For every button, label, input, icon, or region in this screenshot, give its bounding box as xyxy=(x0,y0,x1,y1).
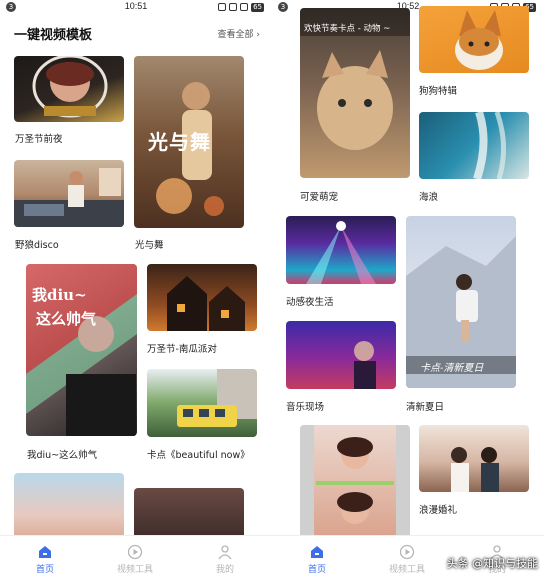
signal-icon xyxy=(240,3,249,11)
tab-label: 视频工具 xyxy=(116,565,153,575)
pumpkin-party-thumbnail xyxy=(167,276,245,331)
template-card-beautiful-now[interactable] xyxy=(147,369,257,437)
template-card-partial[interactable] xyxy=(300,425,410,543)
template-card-live-music[interactable] xyxy=(286,321,396,389)
summer-overlay-banner: 卡点-清新夏日 xyxy=(420,363,484,374)
battery-icon: 65 xyxy=(251,2,264,12)
play-circle-icon xyxy=(127,544,143,560)
template-title: 清新夏日 xyxy=(406,402,445,413)
live-music-thumbnail xyxy=(354,341,376,389)
bottom-tab-bar: 首页 视频工具 我的 xyxy=(0,535,272,581)
chevron-right-icon: › xyxy=(256,30,260,40)
tab-mine[interactable]: 我的 xyxy=(190,540,260,580)
tab-home[interactable]: 首页 xyxy=(10,540,80,580)
template-card-nightlife[interactable] xyxy=(286,216,396,284)
section-header: 一键视频模板 查看全部 › xyxy=(0,14,272,50)
template-card-waves[interactable] xyxy=(419,112,529,179)
template-card-pumpkin-party[interactable] xyxy=(147,264,257,331)
template-title: 万圣节-南瓜派对 xyxy=(147,344,217,355)
view-all-label: 查看全部 xyxy=(217,30,254,40)
home-icon xyxy=(39,546,51,558)
user-icon xyxy=(218,545,232,560)
template-title: 野狼disco xyxy=(15,240,59,251)
alarm-icon xyxy=(218,3,227,11)
handsome-overlay-line1: 我diu~ xyxy=(32,286,87,304)
status-bar: 3 10:51 65 xyxy=(0,0,272,14)
tab-label: 视频工具 xyxy=(388,565,425,575)
tab-video-tools[interactable]: 视频工具 xyxy=(100,540,170,580)
halloween-eve-thumbnail xyxy=(32,56,108,118)
light-dance-overlay-title: 光与舞 xyxy=(148,130,211,154)
template-card-light-dance[interactable]: 光与舞 xyxy=(134,56,244,228)
template-title: 我diu~这么帅气 xyxy=(27,450,98,461)
template-card-wedding[interactable] xyxy=(419,425,529,492)
template-title: 海浪 xyxy=(419,192,439,203)
cat-overlay-banner: 欢快节奏卡点 - 动物 ~ xyxy=(304,24,391,34)
beautiful-now-thumbnail xyxy=(177,369,257,427)
play-circle-icon xyxy=(399,544,415,560)
template-card-partial[interactable] xyxy=(14,473,124,543)
view-all-link[interactable]: 查看全部 › xyxy=(218,27,261,40)
template-title: 狗狗特辑 xyxy=(419,86,458,97)
template-title: 卡点《beautiful now》 xyxy=(147,450,250,461)
tab-label: 我的 xyxy=(215,565,234,575)
template-card-corgi[interactable] xyxy=(419,6,529,73)
template-title: 光与舞 xyxy=(135,240,164,251)
template-card-handsome[interactable]: 我diu~ 这么帅气 xyxy=(26,264,137,436)
phone-screen-left: 3 10:51 65 一键视频模板 查看全部 › 万圣节前夜 野狼disco 光… xyxy=(0,0,272,581)
template-title: 可爱萌宠 xyxy=(300,192,339,203)
nightlife-thumbnail xyxy=(306,221,376,284)
filmstrip-thumbnail xyxy=(300,425,410,543)
wifi-icon xyxy=(229,3,238,11)
corgi-thumbnail xyxy=(455,10,503,70)
template-card-cute-pets[interactable]: 欢快节奏卡点 - 动物 ~ xyxy=(300,8,410,178)
home-icon xyxy=(311,546,323,558)
template-title: 万圣节前夜 xyxy=(15,134,63,145)
template-title: 动感夜生活 xyxy=(286,297,334,308)
tab-label: 首页 xyxy=(307,565,326,575)
template-card-halloween-eve[interactable] xyxy=(14,56,124,122)
waves-thumbnail xyxy=(473,112,507,179)
status-icons: 65 xyxy=(218,2,264,12)
template-card-wild-disco[interactable] xyxy=(14,160,124,227)
phone-screen-right: 3 10:52 65 欢快节奏卡点 - 动物 ~ 可爱萌宠 狗狗特辑 海浪 动感… xyxy=(272,0,544,581)
tab-label: 首页 xyxy=(35,565,54,575)
template-title: 音乐现场 xyxy=(286,402,325,413)
wild-disco-thumbnail xyxy=(14,168,124,227)
watermark: 头条 @知识与技能 xyxy=(446,557,539,570)
section-title: 一键视频模板 xyxy=(14,28,93,43)
template-title: 浪漫婚礼 xyxy=(419,505,458,516)
tab-video-tools[interactable]: 视频工具 xyxy=(372,540,442,580)
wedding-thumbnail xyxy=(451,447,499,492)
handsome-overlay-line2: 这么帅气 xyxy=(36,310,97,328)
tab-home[interactable]: 首页 xyxy=(282,540,352,580)
template-card-summer[interactable]: 卡点-清新夏日 xyxy=(406,216,516,388)
